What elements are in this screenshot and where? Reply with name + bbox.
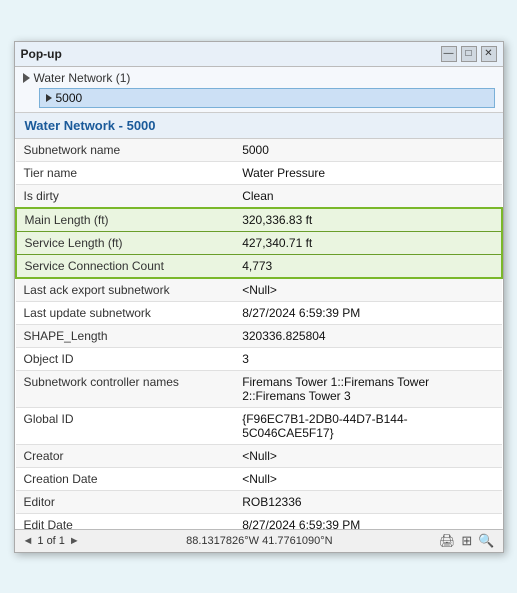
table-row: Tier nameWater Pressure — [16, 161, 502, 184]
table-row: Is dirtyClean — [16, 184, 502, 208]
field-value: 5000 — [234, 139, 501, 162]
field-label: Subnetwork controller names — [16, 370, 235, 407]
title-bar-controls: — □ ✕ — [441, 46, 497, 62]
search-icon[interactable]: 🔍 — [478, 533, 494, 549]
tree-group-label: Water Network (1) — [34, 71, 131, 85]
table-row: Service Length (ft)427,340.71 ft — [16, 231, 502, 254]
field-label: Main Length (ft) — [16, 208, 235, 232]
field-value: ROB12336 — [234, 490, 501, 513]
field-value: 8/27/2024 6:59:39 PM — [234, 301, 501, 324]
field-value: {F96EC7B1-2DB0-44D7-B144-5C046CAE5F17} — [234, 407, 501, 444]
footer-action-icons: 🖨 ⊞ 🔍 — [439, 533, 495, 549]
table-row: SHAPE_Length320336.825804 — [16, 324, 502, 347]
tree-expand-icon[interactable] — [23, 73, 30, 83]
field-value: Clean — [234, 184, 501, 208]
title-bar: Pop-up — □ ✕ — [15, 42, 503, 67]
restore-button[interactable]: □ — [461, 46, 477, 62]
row-expand-icon — [46, 94, 52, 102]
footer-bar: ◄ 1 of 1 ► 88.1317826°W 41.7761090°N 🖨 ⊞… — [15, 529, 503, 552]
print-icon[interactable]: 🖨 — [439, 533, 456, 549]
field-value: <Null> — [234, 467, 501, 490]
field-label: Object ID — [16, 347, 235, 370]
table-row: Last update subnetwork8/27/2024 6:59:39 … — [16, 301, 502, 324]
export-icon[interactable]: ⊞ — [461, 533, 472, 549]
table-row: Object ID3 — [16, 347, 502, 370]
data-table-container[interactable]: Subnetwork name5000Tier nameWater Pressu… — [15, 139, 503, 529]
tree-group: Water Network (1) — [23, 71, 495, 85]
field-label: Edit Date — [16, 513, 235, 529]
close-button[interactable]: ✕ — [481, 46, 497, 62]
field-label: Last update subnetwork — [16, 301, 235, 324]
pagination-nav: ◄ 1 of 1 ► — [23, 535, 80, 547]
coordinates-display: 88.1317826°W 41.7761090°N — [186, 535, 332, 547]
table-row: Edit Date8/27/2024 6:59:39 PM — [16, 513, 502, 529]
field-value: <Null> — [234, 444, 501, 467]
table-row: Service Connection Count4,773 — [16, 254, 502, 278]
next-button[interactable]: ► — [69, 535, 80, 547]
table-row: Subnetwork controller namesFiremans Towe… — [16, 370, 502, 407]
tree-selected-label: 5000 — [56, 91, 83, 105]
field-value: 427,340.71 ft — [234, 231, 501, 254]
table-row: Creation Date<Null> — [16, 467, 502, 490]
field-value: Water Pressure — [234, 161, 501, 184]
field-label: SHAPE_Length — [16, 324, 235, 347]
section-header: Water Network - 5000 — [15, 113, 503, 139]
table-row: Last ack export subnetwork<Null> — [16, 278, 502, 302]
field-label: Subnetwork name — [16, 139, 235, 162]
tree-selected-item[interactable]: 5000 — [39, 88, 495, 108]
pagination-label: 1 of 1 — [37, 535, 65, 547]
field-label: Global ID — [16, 407, 235, 444]
field-label: Creator — [16, 444, 235, 467]
prev-button[interactable]: ◄ — [23, 535, 34, 547]
window-title: Pop-up — [21, 47, 62, 61]
field-label: Last ack export subnetwork — [16, 278, 235, 302]
table-row: Subnetwork name5000 — [16, 139, 502, 162]
field-value: 320336.825804 — [234, 324, 501, 347]
field-value: <Null> — [234, 278, 501, 302]
field-value: 3 — [234, 347, 501, 370]
field-value: 8/27/2024 6:59:39 PM — [234, 513, 501, 529]
tree-section: Water Network (1) 5000 — [15, 67, 503, 113]
field-label: Is dirty — [16, 184, 235, 208]
popup-window: Pop-up — □ ✕ Water Network (1) 5000 Wate… — [14, 41, 504, 553]
table-row: Creator<Null> — [16, 444, 502, 467]
field-label: Tier name — [16, 161, 235, 184]
table-row: Main Length (ft)320,336.83 ft — [16, 208, 502, 232]
field-label: Editor — [16, 490, 235, 513]
table-row: Global ID{F96EC7B1-2DB0-44D7-B144-5C046C… — [16, 407, 502, 444]
field-value: 4,773 — [234, 254, 501, 278]
table-row: EditorROB12336 — [16, 490, 502, 513]
field-label: Service Length (ft) — [16, 231, 235, 254]
field-value: Firemans Tower 1::Firemans Tower 2::Fire… — [234, 370, 501, 407]
field-label: Service Connection Count — [16, 254, 235, 278]
data-table: Subnetwork name5000Tier nameWater Pressu… — [15, 139, 503, 529]
field-label: Creation Date — [16, 467, 235, 490]
minimize-button[interactable]: — — [441, 46, 457, 62]
field-value: 320,336.83 ft — [234, 208, 501, 232]
